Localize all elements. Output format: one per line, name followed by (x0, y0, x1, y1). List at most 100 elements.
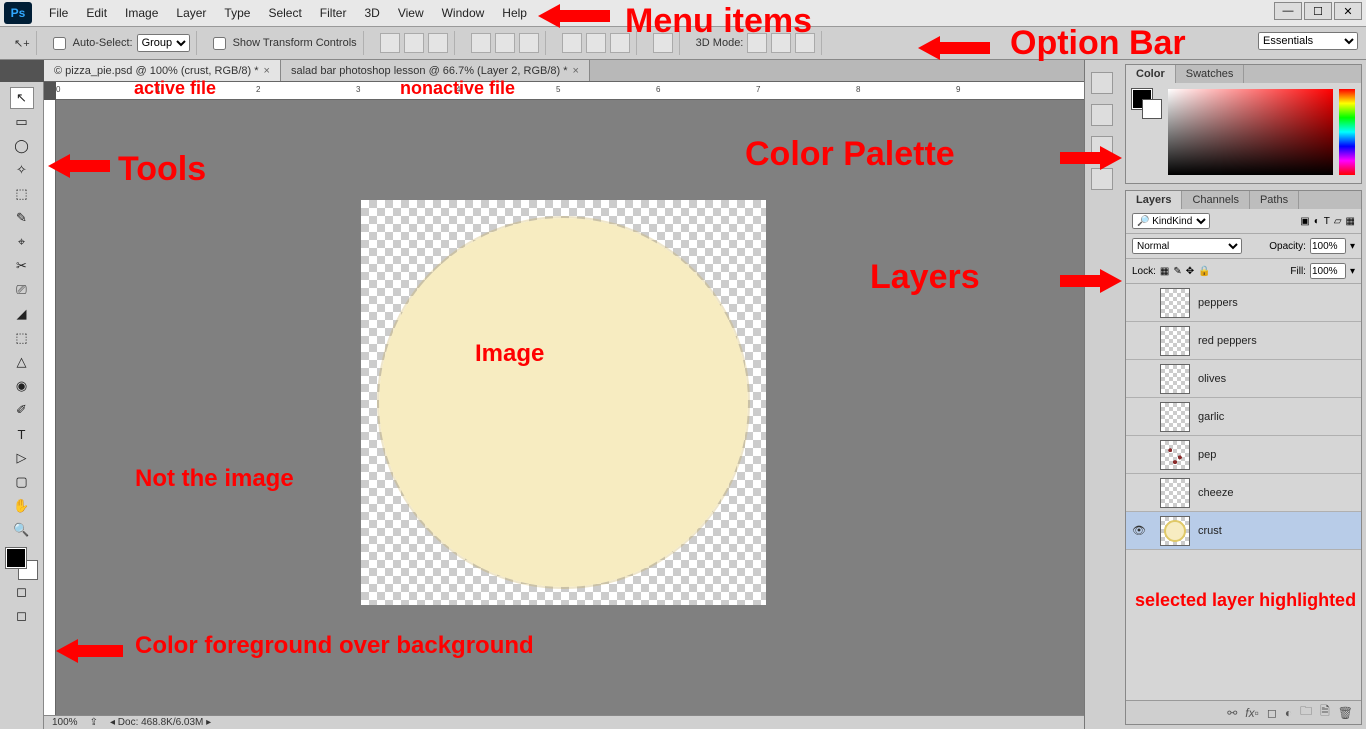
character-icon[interactable] (1091, 136, 1113, 158)
tool-11[interactable]: △ (10, 351, 34, 373)
auto-align-icon[interactable] (653, 33, 673, 53)
filter-shape-icon[interactable]: ▱ (1334, 216, 1342, 227)
menu-item-file[interactable]: File (40, 6, 77, 20)
tool-4[interactable]: ⬚ (10, 183, 34, 205)
close-button[interactable]: ✕ (1334, 2, 1362, 20)
color-tab[interactable]: Color (1126, 65, 1176, 83)
tool-14[interactable]: T (10, 423, 34, 445)
document-tab-0[interactable]: © pizza_pie.psd @ 100% (crust, RGB/8) *× (44, 60, 281, 81)
tool-10[interactable]: ⬚ (10, 327, 34, 349)
minimize-button[interactable]: — (1274, 2, 1302, 20)
layer-red-peppers[interactable]: red peppers (1126, 322, 1361, 360)
menu-item-image[interactable]: Image (116, 6, 167, 20)
filter-adjust-icon[interactable]: ◐ (1314, 216, 1320, 227)
layer-thumbnail[interactable] (1160, 440, 1190, 470)
tool-17[interactable]: ✋ (10, 495, 34, 517)
layer-visibility-icon[interactable]: 👁 (1126, 524, 1152, 537)
tool-12[interactable]: ◉ (10, 375, 34, 397)
align-middle-icon[interactable] (586, 33, 606, 53)
layer-fx-icon[interactable]: fx▫ (1245, 706, 1259, 720)
swatches-tab[interactable]: Swatches (1176, 65, 1245, 83)
properties-icon[interactable] (1091, 104, 1113, 126)
lock-position-icon[interactable]: ✥ (1186, 266, 1194, 277)
dist-center-icon[interactable] (495, 33, 515, 53)
tool-13[interactable]: ✐ (10, 399, 34, 421)
align-left-icon[interactable] (380, 33, 400, 53)
menu-item-layer[interactable]: Layer (167, 6, 215, 20)
menu-item-help[interactable]: Help (493, 6, 536, 20)
auto-select-checkbox[interactable] (53, 37, 66, 50)
delete-layer-icon[interactable]: 🗑 (1338, 706, 1353, 720)
blend-mode-select[interactable]: Normal (1132, 238, 1242, 254)
layer-cheeze[interactable]: cheeze (1126, 474, 1361, 512)
3d-roll-icon[interactable] (771, 33, 791, 53)
tab-close-icon[interactable]: × (573, 65, 579, 77)
layer-thumbnail[interactable] (1160, 516, 1190, 546)
fill-dropdown-icon[interactable]: ▾ (1350, 266, 1355, 277)
layers-tab[interactable]: Layers (1126, 191, 1182, 209)
tool-1[interactable]: ▭ (10, 111, 34, 133)
screen-mode-icon[interactable]: ◻ (10, 605, 34, 627)
align-top-icon[interactable] (562, 33, 582, 53)
dist-right-icon[interactable] (519, 33, 539, 53)
auto-select-target[interactable]: Group (137, 34, 190, 52)
3d-pan-icon[interactable] (795, 33, 815, 53)
menu-item-3d[interactable]: 3D (355, 6, 388, 20)
layer-thumbnail[interactable] (1160, 402, 1190, 432)
background-chip[interactable] (1142, 99, 1162, 119)
share-icon[interactable]: ⇪ (90, 717, 98, 728)
tool-9[interactable]: ◢ (10, 303, 34, 325)
dist-left-icon[interactable] (471, 33, 491, 53)
3d-icon[interactable] (1091, 168, 1113, 190)
layer-pep[interactable]: pep (1126, 436, 1361, 474)
paths-tab[interactable]: Paths (1250, 191, 1299, 209)
tool-5[interactable]: ✎ (10, 207, 34, 229)
layer-thumbnail[interactable] (1160, 326, 1190, 356)
tool-3[interactable]: ✧ (10, 159, 34, 181)
restore-button[interactable]: ☐ (1304, 2, 1332, 20)
opacity-input[interactable] (1310, 238, 1346, 254)
filter-image-icon[interactable]: ▣ (1300, 216, 1309, 227)
menu-item-type[interactable]: Type (215, 6, 259, 20)
menu-item-window[interactable]: Window (433, 6, 494, 20)
document-canvas[interactable] (361, 200, 766, 605)
layer-garlic[interactable]: garlic (1126, 398, 1361, 436)
layer-thumbnail[interactable] (1160, 288, 1190, 318)
menu-item-edit[interactable]: Edit (77, 6, 116, 20)
opacity-dropdown-icon[interactable]: ▾ (1350, 241, 1355, 252)
filter-type-icon[interactable]: T (1324, 216, 1330, 227)
tool-8[interactable]: ⎚ (10, 279, 34, 301)
channels-tab[interactable]: Channels (1182, 191, 1249, 209)
tool-7[interactable]: ✂ (10, 255, 34, 277)
quick-mask-icon[interactable]: ◻ (10, 581, 34, 603)
layer-mask-icon[interactable]: ◻ (1267, 706, 1277, 720)
layer-crust[interactable]: 👁crust (1126, 512, 1361, 550)
fill-input[interactable] (1310, 263, 1346, 279)
hue-slider[interactable] (1339, 89, 1355, 175)
align-center-icon[interactable] (404, 33, 424, 53)
filter-smart-icon[interactable]: ▦ (1346, 216, 1355, 227)
color-chips[interactable] (1132, 89, 1162, 119)
lock-all-icon[interactable]: 🔒 (1198, 266, 1210, 277)
menu-item-select[interactable]: Select (259, 6, 310, 20)
layer-filter-select[interactable]: 🔎 KindKind (1132, 213, 1210, 229)
menu-item-view[interactable]: View (389, 6, 433, 20)
layer-thumbnail[interactable] (1160, 364, 1190, 394)
fg-bg-swatches[interactable] (6, 548, 38, 580)
document-tab-1[interactable]: salad bar photoshop lesson @ 66.7% (Laye… (281, 60, 590, 81)
align-bottom-icon[interactable] (610, 33, 630, 53)
layer-peppers[interactable]: peppers (1126, 284, 1361, 322)
tool-6[interactable]: ⌖ (10, 231, 34, 253)
menu-item-filter[interactable]: Filter (311, 6, 356, 20)
tool-2[interactable]: ◯ (10, 135, 34, 157)
adjustment-layer-icon[interactable]: ◐ (1285, 706, 1292, 720)
history-icon[interactable] (1091, 72, 1113, 94)
lock-image-icon[interactable]: ✎ (1173, 266, 1181, 277)
workspace-select[interactable]: Essentials (1258, 32, 1358, 50)
new-layer-icon[interactable]: 🗎 (1320, 702, 1330, 723)
canvas-area[interactable] (56, 100, 1084, 715)
tool-0[interactable]: ↖ (10, 87, 34, 109)
tool-15[interactable]: ▷ (10, 447, 34, 469)
tool-16[interactable]: ▢ (10, 471, 34, 493)
show-transform-checkbox[interactable] (213, 37, 226, 50)
